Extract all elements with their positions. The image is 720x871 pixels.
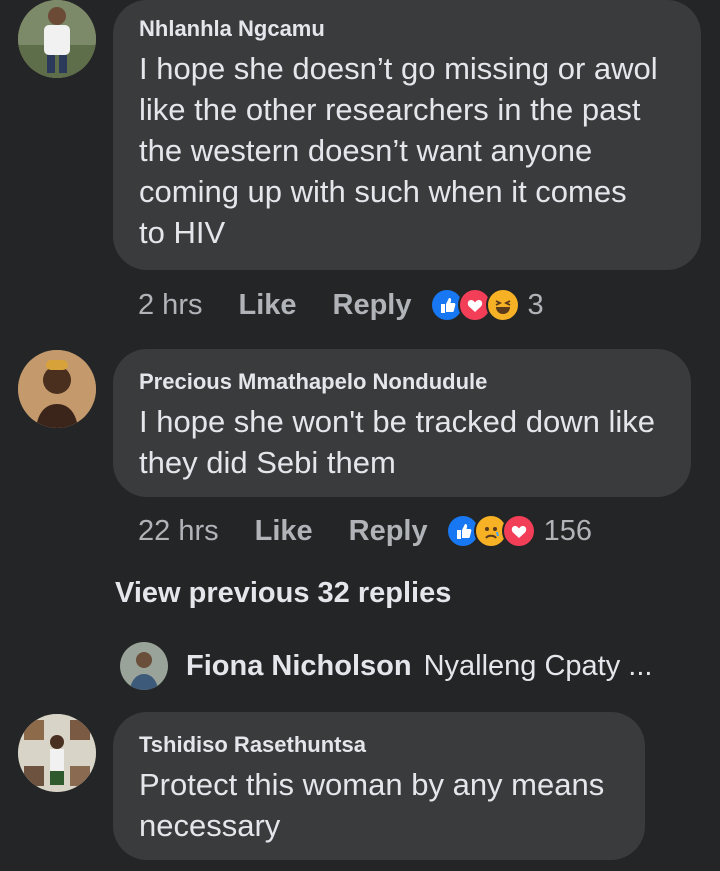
comment-author[interactable]: Precious Mmathapelo Nondudule [139,369,665,395]
comment-bubble: Nhlanhla Ngcamu I hope she doesn’t go mi… [113,0,701,270]
comment-bubble: Tshidiso Rasethuntsa Protect this woman … [113,712,645,860]
reply-preview-text: Nyalleng Cpaty ... [423,649,653,682]
comment-text: I hope she doesn’t go missing or awol li… [139,51,658,250]
reactions-summary[interactable]: 3 [429,288,544,322]
avatar[interactable] [18,350,96,428]
reaction-count: 3 [527,288,544,321]
reactions-summary[interactable]: 156 [445,514,593,548]
love-icon [501,514,536,548]
avatar[interactable] [18,714,96,792]
comment-author[interactable]: Nhlanhla Ngcamu [139,16,675,42]
reaction-count: 156 [543,514,593,547]
reply-button[interactable]: Reply [333,289,412,322]
haha-icon [485,288,520,322]
avatar[interactable] [120,642,168,690]
comment-bubble: Precious Mmathapelo Nondudule I hope she… [113,349,691,497]
avatar-photo [18,714,96,792]
reply-author[interactable]: Fiona Nicholson [186,650,412,683]
comment-time[interactable]: 2 hrs [138,289,202,322]
avatar-photo [18,350,96,428]
like-button[interactable]: Like [255,515,313,548]
reply-button[interactable]: Reply [349,515,428,548]
avatar-photo [120,642,168,690]
comment-text: I hope she won't be tracked down like th… [139,404,656,480]
comment-meta: 2 hrs Like Reply 3 [138,285,544,325]
like-button[interactable]: Like [238,289,296,322]
view-previous-replies-link[interactable]: View previous 32 replies [115,577,451,610]
comment-author[interactable]: Tshidiso Rasethuntsa [139,732,619,758]
comment-time[interactable]: 22 hrs [138,515,219,548]
avatar[interactable] [18,0,96,78]
latest-reply[interactable]: Fiona Nicholson Nyalleng Cpaty ... [120,642,652,690]
comment-meta: 22 hrs Like Reply 156 [138,511,592,551]
avatar-photo [18,0,96,78]
comment-text: Protect this woman by any means necessar… [139,767,605,843]
